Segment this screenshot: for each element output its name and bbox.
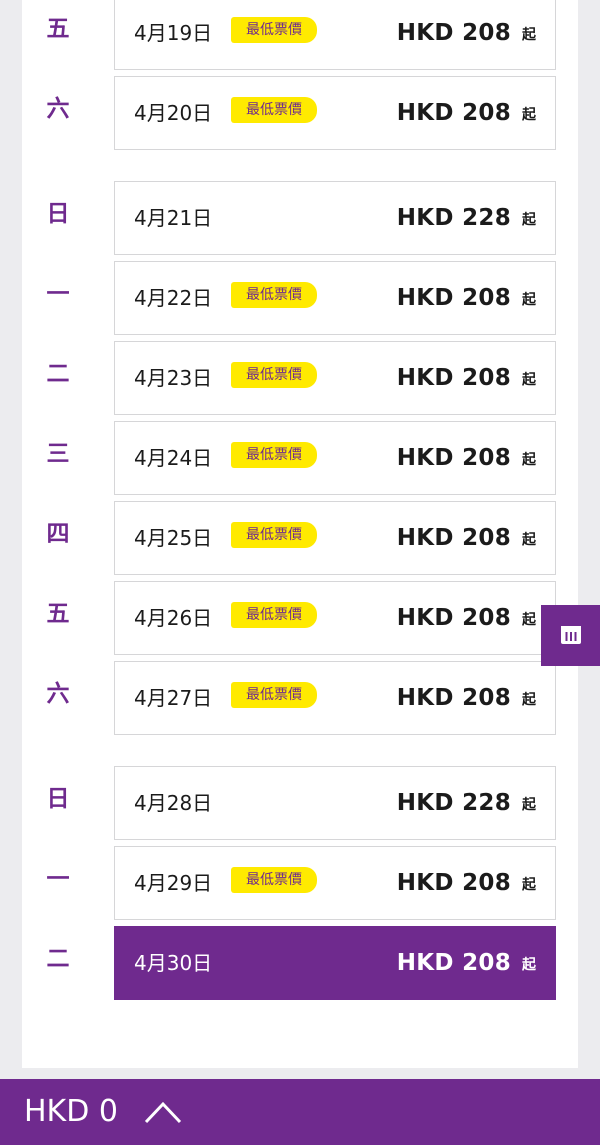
weekday-label: 三 bbox=[46, 441, 70, 467]
date-label: 4月22日 bbox=[134, 286, 213, 310]
date-row: 四 4月25日 最低票價 HKD 208 起 bbox=[22, 501, 578, 575]
date-option[interactable]: 4月23日 最低票價 HKD 208 起 bbox=[114, 341, 556, 415]
price-from-suffix: 起 bbox=[522, 532, 536, 548]
calendar-columns-icon bbox=[561, 626, 581, 644]
date-row: 六 4月27日 最低票價 HKD 208 起 bbox=[22, 661, 578, 735]
lowest-fare-badge: 最低票價 bbox=[231, 97, 317, 123]
price-from-suffix: 起 bbox=[522, 692, 536, 708]
fare-price: HKD 208 bbox=[396, 100, 511, 126]
date-option-selected[interactable]: 4月30日 HKD 208 起 bbox=[114, 926, 556, 1000]
date-label: 4月28日 bbox=[134, 791, 213, 815]
price-from-suffix: 起 bbox=[522, 452, 536, 468]
date-row: 二 4月23日 最低票價 HKD 208 起 bbox=[22, 341, 578, 415]
weekday-label: 六 bbox=[46, 96, 70, 122]
date-option[interactable]: 4月27日 最低票價 HKD 208 起 bbox=[114, 661, 556, 735]
weekday-label: 六 bbox=[46, 681, 70, 707]
weekday-label: 一 bbox=[46, 866, 70, 892]
date-option[interactable]: 4月19日 最低票價 HKD 208 起 bbox=[114, 0, 556, 70]
weekday-label: 二 bbox=[46, 361, 70, 387]
fare-summary-bar: HKD 0 bbox=[0, 1079, 600, 1145]
fare-price: HKD 208 bbox=[396, 365, 511, 391]
fare-price: HKD 208 bbox=[396, 950, 511, 976]
fare-price: HKD 208 bbox=[396, 685, 511, 711]
date-row: 日 4月28日 HKD 228 起 bbox=[22, 766, 578, 840]
date-label: 4月27日 bbox=[134, 686, 213, 710]
date-label: 4月21日 bbox=[134, 206, 213, 230]
lowest-fare-badge: 最低票價 bbox=[231, 442, 317, 468]
price-from-suffix: 起 bbox=[522, 372, 536, 388]
date-row: 一 4月29日 最低票價 HKD 208 起 bbox=[22, 846, 578, 920]
date-label: 4月26日 bbox=[134, 606, 213, 630]
lowest-fare-badge: 最低票價 bbox=[231, 17, 317, 43]
date-label: 4月30日 bbox=[134, 951, 213, 975]
lowest-fare-badge: 最低票價 bbox=[231, 522, 317, 548]
date-row: 五 4月26日 最低票價 HKD 208 起 bbox=[22, 581, 578, 655]
price-from-suffix: 起 bbox=[522, 957, 536, 973]
date-row: 三 4月24日 最低票價 HKD 208 起 bbox=[22, 421, 578, 495]
price-from-suffix: 起 bbox=[522, 292, 536, 308]
price-from-suffix: 起 bbox=[522, 612, 536, 628]
price-from-suffix: 起 bbox=[522, 797, 536, 813]
total-price: HKD 0 bbox=[24, 1094, 118, 1129]
fare-price: HKD 208 bbox=[396, 525, 511, 551]
weekday-label: 二 bbox=[46, 946, 70, 972]
date-row: 五 4月19日 最低票價 HKD 208 起 bbox=[22, 0, 578, 70]
date-label: 4月20日 bbox=[134, 101, 213, 125]
fare-price: HKD 208 bbox=[396, 445, 511, 471]
date-label: 4月25日 bbox=[134, 526, 213, 550]
lowest-fare-badge: 最低票價 bbox=[231, 682, 317, 708]
date-label: 4月29日 bbox=[134, 871, 213, 895]
date-option[interactable]: 4月24日 最低票價 HKD 208 起 bbox=[114, 421, 556, 495]
date-option[interactable]: 4月29日 最低票價 HKD 208 起 bbox=[114, 846, 556, 920]
weekday-label: 日 bbox=[46, 786, 70, 812]
fare-price: HKD 228 bbox=[396, 790, 511, 816]
weekday-label: 五 bbox=[46, 16, 70, 42]
weekday-label: 日 bbox=[46, 201, 70, 227]
date-option[interactable]: 4月26日 最低票價 HKD 208 起 bbox=[114, 581, 556, 655]
chevron-up-icon[interactable] bbox=[144, 1099, 182, 1125]
calendar-view-button[interactable] bbox=[541, 605, 600, 666]
date-row: 日 4月21日 HKD 228 起 bbox=[22, 181, 578, 255]
date-row: 六 4月20日 最低票價 HKD 208 起 bbox=[22, 76, 578, 150]
weekday-label: 五 bbox=[46, 601, 70, 627]
date-option[interactable]: 4月21日 HKD 228 起 bbox=[114, 181, 556, 255]
date-option[interactable]: 4月28日 HKD 228 起 bbox=[114, 766, 556, 840]
date-option[interactable]: 4月22日 最低票價 HKD 208 起 bbox=[114, 261, 556, 335]
weekday-label: 四 bbox=[46, 521, 70, 547]
lowest-fare-badge: 最低票價 bbox=[231, 282, 317, 308]
price-from-suffix: 起 bbox=[522, 27, 536, 43]
date-option[interactable]: 4月20日 最低票價 HKD 208 起 bbox=[114, 76, 556, 150]
fare-price: HKD 228 bbox=[396, 205, 511, 231]
date-row: 一 4月22日 最低票價 HKD 208 起 bbox=[22, 261, 578, 335]
price-from-suffix: 起 bbox=[522, 212, 536, 228]
fare-price: HKD 208 bbox=[396, 20, 511, 46]
price-from-suffix: 起 bbox=[522, 877, 536, 893]
lowest-fare-badge: 最低票價 bbox=[231, 867, 317, 893]
fare-price: HKD 208 bbox=[396, 605, 511, 631]
fare-price: HKD 208 bbox=[396, 285, 511, 311]
weekday-label: 一 bbox=[46, 281, 70, 307]
date-label: 4月23日 bbox=[134, 366, 213, 390]
lowest-fare-badge: 最低票價 bbox=[231, 362, 317, 388]
fare-price: HKD 208 bbox=[396, 870, 511, 896]
lowest-fare-badge: 最低票價 bbox=[231, 602, 317, 628]
date-list-panel: 五 4月19日 最低票價 HKD 208 起六 4月20日 最低票價 HKD 208 起日 4月2… bbox=[22, 0, 578, 1068]
date-label: 4月19日 bbox=[134, 21, 213, 45]
date-row: 二 4月30日 HKD 208 起 bbox=[22, 926, 578, 1000]
date-label: 4月24日 bbox=[134, 446, 213, 470]
date-option[interactable]: 4月25日 最低票價 HKD 208 起 bbox=[114, 501, 556, 575]
price-from-suffix: 起 bbox=[522, 107, 536, 123]
